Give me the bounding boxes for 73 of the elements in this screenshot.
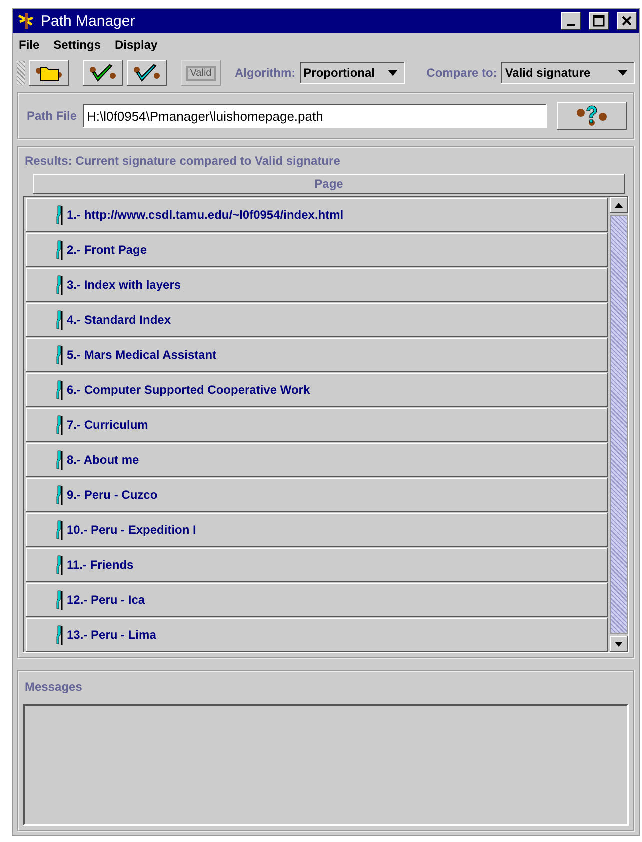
check-icon xyxy=(132,63,162,83)
messages-title: Messages xyxy=(24,679,84,696)
help-button[interactable] xyxy=(557,102,627,130)
check-icon xyxy=(88,63,118,83)
algorithm-label: Algorithm: xyxy=(235,66,296,80)
person-icon xyxy=(55,450,63,470)
person-icon xyxy=(55,380,63,400)
page-row[interactable]: 1.- http://www.csdl.tamu.edu/~l0f0954/index.html xyxy=(26,198,608,232)
person-icon xyxy=(55,590,63,610)
maximize-button[interactable] xyxy=(589,12,609,30)
person-icon xyxy=(55,625,63,645)
page-title: 6.- Computer Supported Cooperative Work xyxy=(67,383,310,397)
window-title: Path Manager xyxy=(41,12,136,30)
page-row[interactable]: 13.- Peru - Lima xyxy=(26,618,608,652)
compare-to-dropdown[interactable]: Valid signature xyxy=(501,62,635,84)
page-title: 8.- About me xyxy=(67,453,140,467)
app-icon xyxy=(17,12,35,30)
scrollbar-thumb[interactable] xyxy=(610,215,628,634)
person-icon xyxy=(55,555,63,575)
page-title: 12.- Peru - Ica xyxy=(67,593,146,607)
page-title: 3.- Index with layers xyxy=(67,278,182,292)
page-row[interactable]: 10.- Peru - Expedition I xyxy=(26,513,608,547)
dropdown-arrow-icon xyxy=(388,70,398,76)
question-mark-icon xyxy=(574,105,610,127)
page-title: 10.- Peru - Expedition I xyxy=(67,523,196,537)
page-row[interactable]: 9.- Peru - Cuzco xyxy=(26,478,608,512)
path-file-label: Path File xyxy=(27,109,78,123)
scroll-up-button[interactable] xyxy=(610,197,628,213)
page-title: 1.- http://www.csdl.tamu.edu/~l0f0954/index.html xyxy=(67,208,344,222)
down-arrow-icon xyxy=(615,642,623,646)
page-title: 13.- Peru - Lima xyxy=(67,628,156,642)
dropdown-arrow-icon xyxy=(618,70,628,76)
person-icon xyxy=(55,275,63,295)
person-icon xyxy=(55,485,63,505)
page-title: 4.- Standard Index xyxy=(67,313,172,327)
maximize-icon xyxy=(593,15,605,27)
page-row[interactable]: 11.- Friends xyxy=(26,548,608,582)
person-icon xyxy=(55,240,63,260)
menu-item[interactable]: File xyxy=(19,38,40,52)
page-row[interactable]: 8.- About me xyxy=(26,443,608,477)
person-icon xyxy=(55,205,63,225)
page-title: 5.- Mars Medical Assistant xyxy=(67,348,217,362)
person-icon xyxy=(55,310,63,330)
page-row[interactable]: 7.- Curriculum xyxy=(26,408,608,442)
algorithm-dropdown[interactable]: Proportional xyxy=(300,62,405,84)
compare-to-label: Compare to: xyxy=(426,66,498,80)
page-row[interactable]: 4.- Standard Index xyxy=(26,303,608,337)
menu-item[interactable]: Display xyxy=(115,38,158,52)
page-row[interactable]: 2.- Front Page xyxy=(26,233,608,267)
page-title: 9.- Peru - Cuzco xyxy=(67,488,158,502)
minimize-button[interactable] xyxy=(561,12,581,30)
page-row[interactable]: 6.- Computer Supported Cooperative Work xyxy=(26,373,608,407)
person-icon xyxy=(55,415,63,435)
toolbar-grip[interactable] xyxy=(17,61,25,85)
page-row[interactable]: 12.- Peru - Ica xyxy=(26,583,608,617)
close-button[interactable] xyxy=(617,12,637,30)
page-title: 2.- Front Page xyxy=(67,243,148,257)
page-title: 11.- Friends xyxy=(67,558,134,572)
results-title: Results: Current signature compared to Valid signature xyxy=(24,153,342,170)
page-row[interactable]: 3.- Index with layers xyxy=(26,268,608,302)
person-icon xyxy=(55,345,63,365)
minimize-icon xyxy=(567,24,575,26)
scroll-down-button[interactable] xyxy=(610,636,628,652)
up-arrow-icon xyxy=(615,202,623,208)
toolbar-button[interactable] xyxy=(127,60,167,86)
toolbar-button[interactable] xyxy=(83,60,123,86)
toolbar-button[interactable] xyxy=(29,60,69,86)
person-icon xyxy=(55,520,63,540)
page-row[interactable]: 5.- Mars Medical Assistant xyxy=(26,338,608,372)
close-icon xyxy=(622,16,632,26)
menu-item[interactable]: Settings xyxy=(54,38,102,52)
page-title: 7.- Curriculum xyxy=(67,418,148,432)
path-file-field[interactable]: H:\l0f0954\Pmanager\luishomepage.path xyxy=(83,104,547,128)
